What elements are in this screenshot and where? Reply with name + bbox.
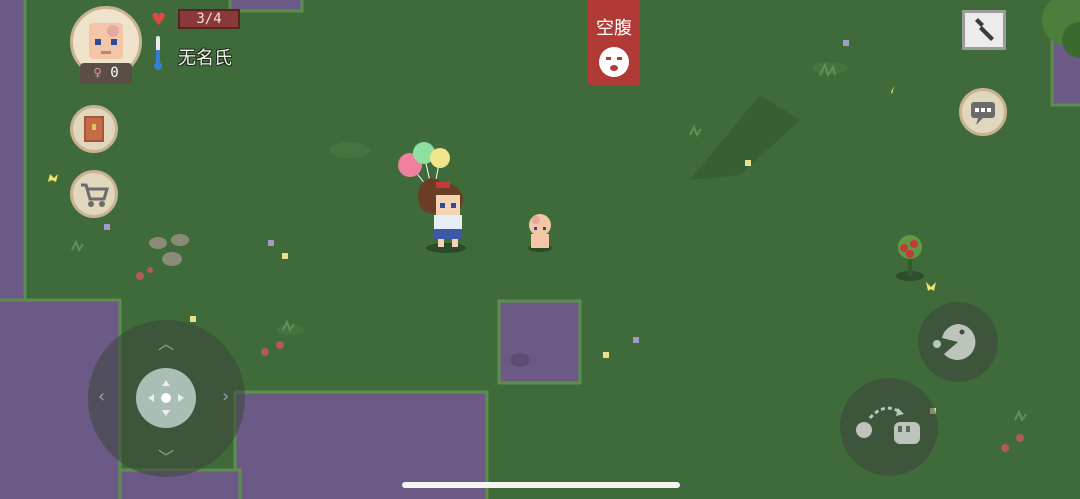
virtual-joystick[interactable]: ︿ ﹀ ‹ ›	[88, 320, 245, 477]
shop-button[interactable]	[70, 170, 118, 218]
joystick-up-arrow: ︿	[158, 334, 175, 353]
wrench-icon	[975, 18, 994, 41]
player-name: 无名氏	[178, 48, 232, 69]
heart-icon: ♥	[151, 10, 167, 30]
cart-icon	[81, 183, 110, 207]
home-indicator[interactable]	[402, 482, 680, 488]
gender-count: 0	[110, 65, 119, 81]
thermometer-icon	[154, 36, 162, 70]
joystick-down-arrow: ﹀	[158, 448, 175, 467]
joystick-left-arrow: ‹	[98, 386, 106, 407]
book-icon	[84, 116, 104, 142]
joystick-right-arrow: ›	[222, 386, 230, 407]
chat-bubble-icon	[971, 102, 995, 125]
throw-button[interactable]	[840, 378, 938, 476]
joystick-knob[interactable]	[136, 368, 196, 428]
health-text: 3/4	[196, 11, 222, 27]
hunger-label: 空腹	[596, 18, 632, 39]
settings-button[interactable]	[962, 10, 1006, 50]
eat-icon	[933, 324, 976, 360]
eat-button[interactable]	[918, 302, 998, 382]
gender-badge: ♀ 0	[80, 63, 132, 84]
throw-icon	[856, 406, 920, 444]
hunger-status: 空腹	[588, 0, 640, 86]
chat-button[interactable]	[959, 88, 1007, 136]
balloon-yellow	[430, 148, 450, 168]
health-bar: 3/4	[178, 9, 240, 29]
hungry-face-icon	[599, 47, 629, 77]
dpad-icon	[148, 380, 184, 416]
journal-button[interactable]	[70, 105, 118, 153]
gender-symbol: ♀	[93, 65, 102, 81]
